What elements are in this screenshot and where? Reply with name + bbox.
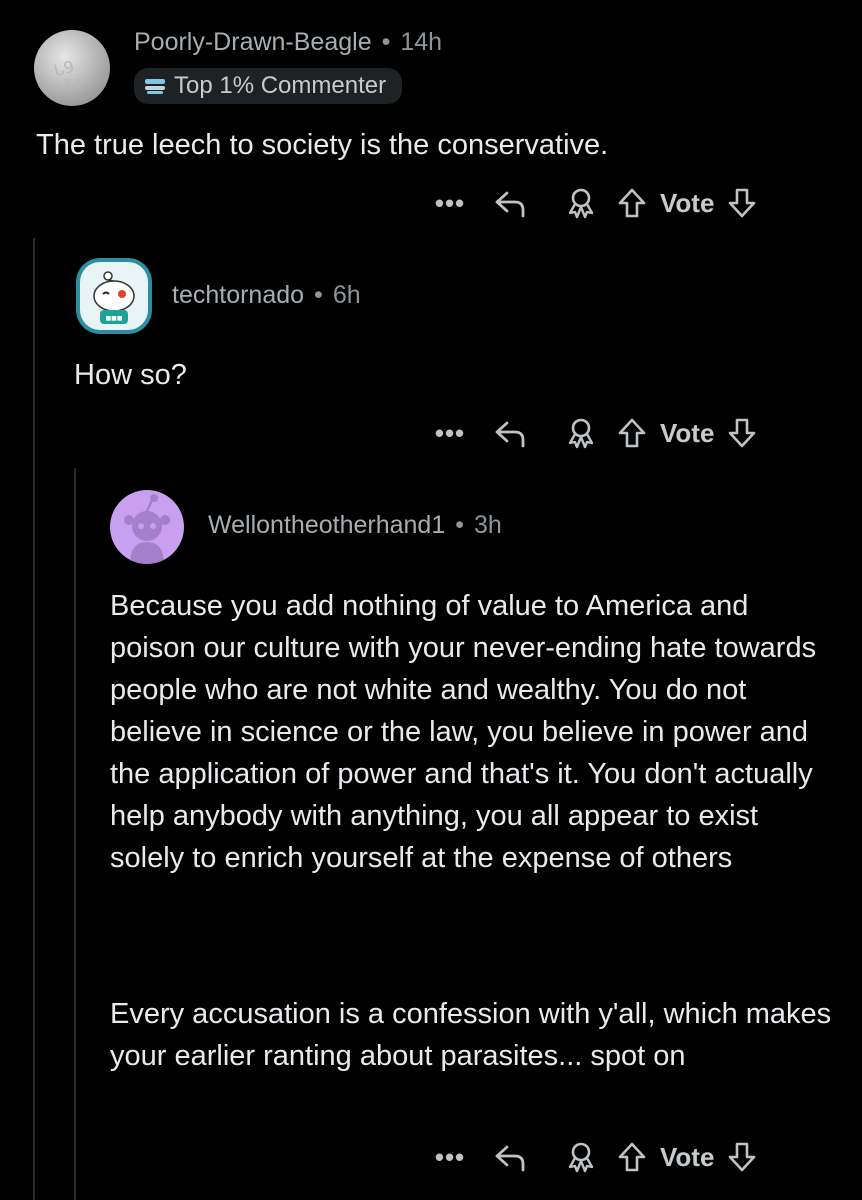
snoo-avatar-icon: ■■■: [80, 262, 148, 330]
comment-body: The true leech to society is the conserv…: [36, 129, 609, 161]
username[interactable]: techtornado: [172, 281, 304, 310]
downvote-arrow-icon[interactable]: [722, 1141, 762, 1173]
vote-label: Vote: [660, 187, 715, 218]
award-icon[interactable]: [550, 187, 612, 219]
vote-label: Vote: [660, 1141, 715, 1172]
upvote-arrow-icon[interactable]: [612, 417, 652, 449]
comment-actions: ••• Vote: [430, 178, 762, 228]
upvote-arrow-icon[interactable]: [612, 187, 652, 219]
comment-body: How so?: [74, 359, 187, 391]
svg-text:Y T: Y T: [63, 77, 83, 91]
separator-dot: •: [314, 281, 323, 309]
username[interactable]: Poorly-Drawn-Beagle: [134, 28, 372, 57]
reply-icon[interactable]: [470, 1142, 550, 1172]
downvote-arrow-icon[interactable]: [722, 417, 762, 449]
timestamp: 14h: [400, 28, 443, 56]
timestamp: 6h: [332, 281, 361, 309]
comment-body-paragraph: Because you add nothing of value to Amer…: [110, 590, 817, 874]
avatar[interactable]: ■■■: [76, 258, 152, 334]
more-options-icon[interactable]: •••: [430, 418, 470, 449]
upvote-arrow-icon[interactable]: [612, 1141, 652, 1173]
more-options-icon[interactable]: •••: [430, 188, 470, 219]
reply-icon[interactable]: [470, 418, 550, 448]
avatar[interactable]: ᒐ9 Y T: [34, 30, 110, 106]
more-options-icon[interactable]: •••: [430, 1142, 470, 1173]
pill-avatar-icon: ᒐ9 Y T: [52, 57, 83, 91]
default-snoo-avatar-icon: [124, 494, 170, 564]
username[interactable]: Wellontheotherhand1: [208, 511, 445, 540]
thread-line-level-2: [74, 468, 76, 1200]
separator-dot: •: [381, 28, 391, 56]
vote-label: Vote: [660, 417, 715, 448]
separator-dot: •: [455, 511, 464, 539]
downvote-arrow-icon[interactable]: [722, 187, 762, 219]
timestamp: 3h: [474, 511, 502, 539]
award-icon[interactable]: [550, 1141, 612, 1173]
comment-meta: Poorly-Drawn-Beagle • 14h: [134, 28, 442, 57]
avatar[interactable]: [110, 490, 184, 564]
comment-actions: ••• Vote: [430, 408, 762, 458]
comment-meta: Wellontheotherhand1 • 3h: [208, 511, 502, 540]
flair-label: Top 1% Commenter: [174, 72, 387, 99]
thread-line-level-1: [33, 238, 35, 1200]
user-flair: Top 1% Commenter: [134, 68, 403, 104]
award-icon[interactable]: [550, 417, 612, 449]
reply-icon[interactable]: [470, 188, 550, 218]
commenter-badge-icon: [145, 79, 165, 94]
svg-text:■■■: ■■■: [105, 315, 122, 322]
comment-meta: techtornado • 6h: [172, 281, 361, 310]
comment-actions: ••• Vote: [430, 1132, 762, 1182]
comment-body-paragraph: Every accusation is a confession with y'…: [110, 998, 832, 1072]
